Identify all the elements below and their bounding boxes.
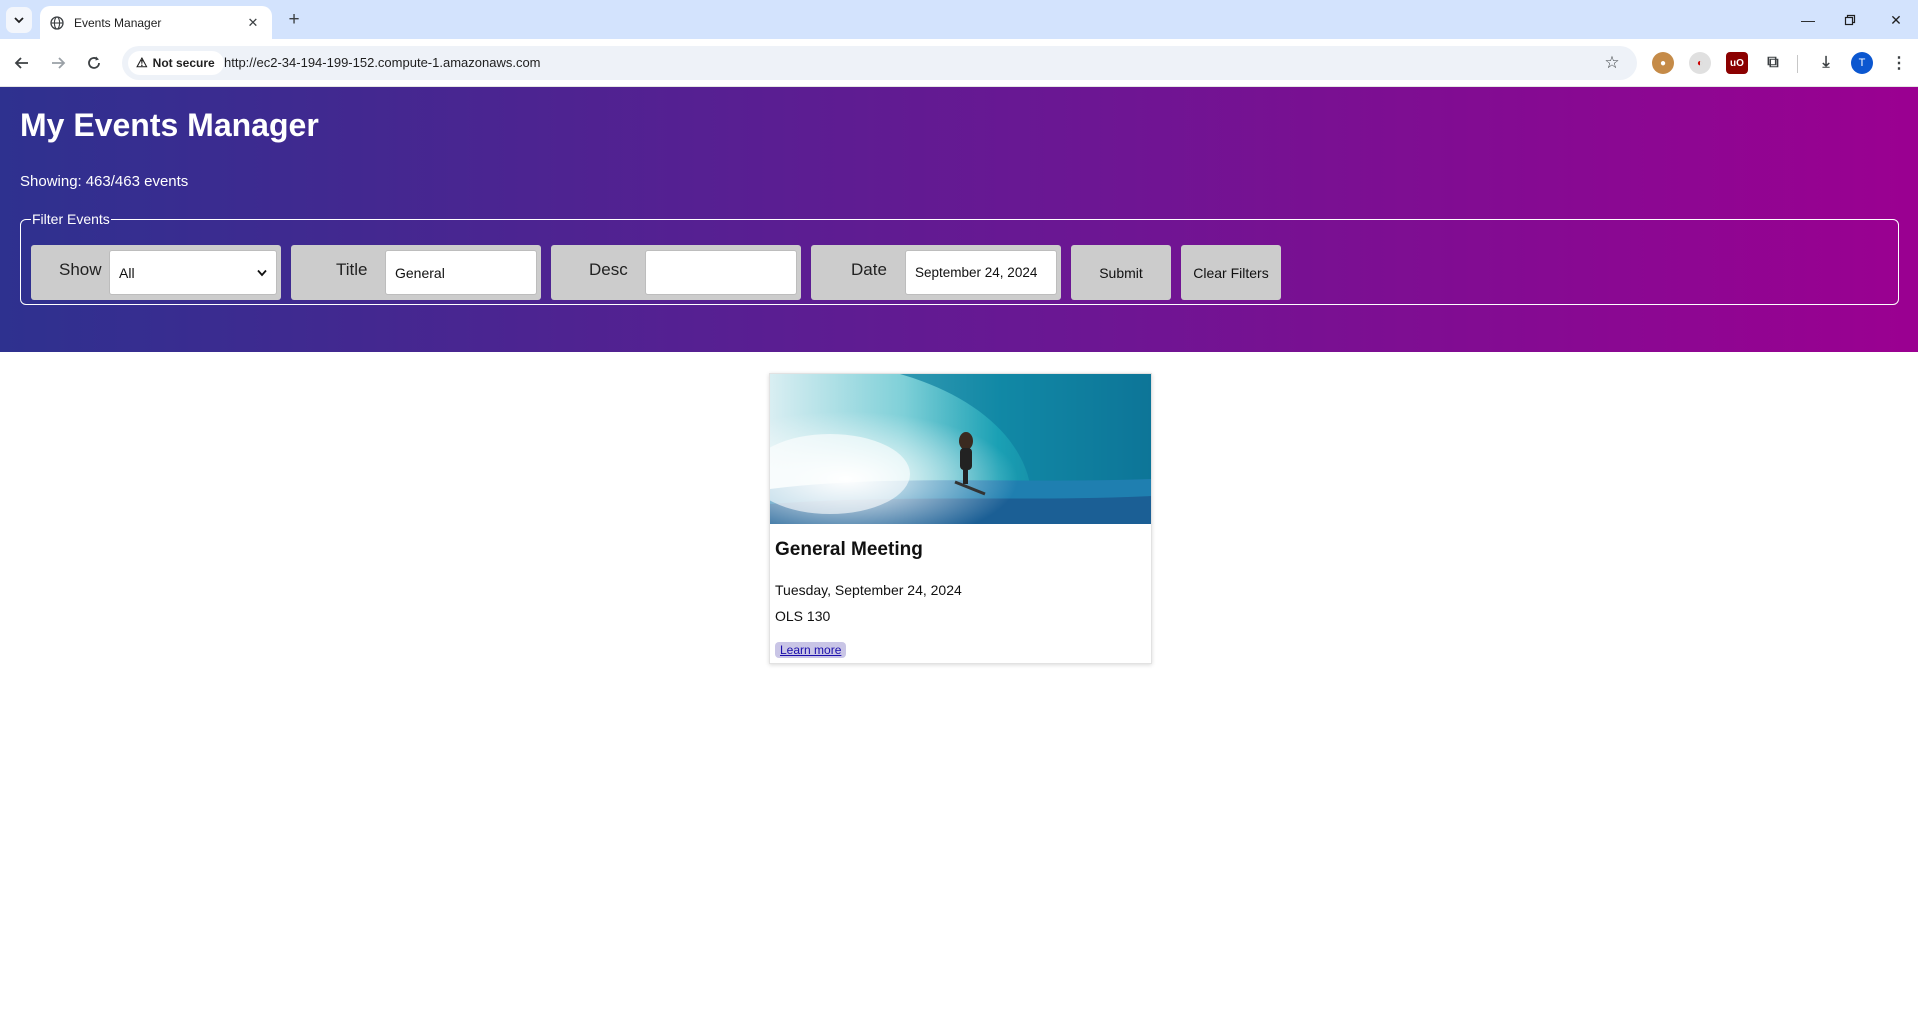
close-tab-icon[interactable]: ✕ [244, 14, 262, 32]
download-icon[interactable]: ⤓ [1815, 52, 1837, 74]
close-window-icon[interactable]: ✕ [1884, 8, 1908, 32]
address-bar[interactable]: ⚠ Not secure http://ec2-34-194-199-152.c… [122, 46, 1637, 80]
chevron-down-icon [14, 17, 24, 24]
page-title: My Events Manager [20, 107, 319, 143]
toolbar-separator [1797, 55, 1798, 73]
browser-tabstrip: Events Manager ✕ + — ✕ [0, 0, 1918, 39]
forward-icon[interactable] [46, 51, 70, 75]
learn-more-link[interactable]: Learn more [775, 642, 847, 658]
tab-search-button[interactable] [6, 7, 32, 33]
filter-date-group: Date September 24, 2024 [811, 245, 1061, 300]
show-label: Show [59, 260, 102, 279]
event-image-surfer [770, 374, 1151, 524]
event-location: OLS 130 [775, 608, 831, 624]
chevron-down-icon [257, 269, 267, 276]
show-select-value: All [119, 264, 135, 281]
title-label: Title [336, 260, 368, 279]
submit-button[interactable]: Submit [1071, 245, 1171, 300]
clear-filters-button[interactable]: Clear Filters [1181, 245, 1281, 300]
date-label: Date [851, 260, 887, 279]
filter-legend: Filter Events [32, 211, 110, 227]
restore-icon[interactable] [1838, 8, 1862, 32]
event-title: General Meeting [775, 539, 923, 560]
showing-count: 463/463 events [85, 173, 189, 190]
security-label: Not secure [152, 56, 215, 70]
ublock-origin-icon[interactable]: uO [1726, 52, 1748, 74]
filter-desc-group: Desc [551, 245, 801, 300]
reload-icon[interactable] [82, 51, 106, 75]
url-text: http://ec2-34-194-199-152.compute-1.amaz… [224, 55, 541, 70]
extensions-puzzle-icon[interactable]: ⧉ [1762, 52, 1784, 74]
page-header: My Events Manager Showing: 463/463 events… [0, 87, 1918, 352]
showing-label: Showing: [20, 173, 82, 190]
filter-show-group: Show All [31, 245, 281, 300]
minimize-icon[interactable]: — [1796, 8, 1820, 32]
show-select[interactable]: All [109, 250, 277, 295]
filter-title-group: Title General [291, 245, 541, 300]
extension-cookie-icon[interactable]: ● [1652, 52, 1674, 74]
wave-surfer-image [770, 374, 1151, 524]
desc-label: Desc [589, 260, 628, 279]
warning-icon: ⚠ [136, 55, 148, 70]
globe-icon [50, 15, 64, 30]
browser-menu-icon[interactable]: ⋮ [1888, 52, 1910, 74]
browser-toolbar: ⚠ Not secure http://ec2-34-194-199-152.c… [0, 39, 1918, 87]
event-date: Tuesday, September 24, 2024 [775, 582, 962, 598]
filter-events-fieldset: Filter Events Show All Title General Des… [20, 211, 1899, 305]
extension-shield-icon[interactable]: ◐ [1689, 52, 1711, 74]
bookmark-star-icon[interactable]: ☆ [1601, 52, 1623, 74]
browser-tab-active[interactable]: Events Manager ✕ [40, 6, 272, 39]
back-icon[interactable] [10, 51, 34, 75]
title-input[interactable]: General [385, 250, 537, 295]
event-count-summary: Showing: 463/463 events [20, 173, 188, 190]
new-tab-button[interactable]: + [283, 9, 305, 31]
event-card: General Meeting Tuesday, September 24, 2… [769, 373, 1152, 664]
date-input[interactable]: September 24, 2024 [905, 250, 1057, 295]
desc-input[interactable] [645, 250, 797, 295]
tab-title: Events Manager [74, 15, 162, 30]
security-chip[interactable]: ⚠ Not secure [128, 51, 224, 75]
profile-avatar[interactable]: T [1851, 52, 1873, 74]
